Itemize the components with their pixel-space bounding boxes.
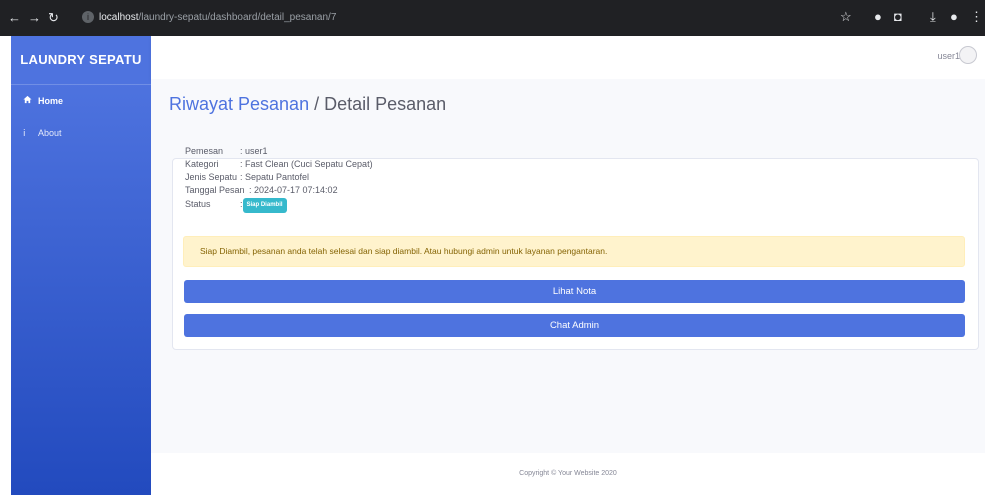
info-value: : Fast Clean (Cuci Sepatu Cepat)	[240, 159, 373, 169]
info-value: : 2024-07-17 07:14:02	[249, 185, 338, 195]
info-label: Jenis Sepatu	[185, 172, 238, 182]
profile-icon[interactable]: ●	[950, 9, 958, 24]
reload-icon[interactable]: ↻	[48, 10, 59, 26]
avatar[interactable]	[959, 46, 977, 64]
breadcrumb-link[interactable]: Riwayat Pesanan	[169, 94, 309, 114]
copyright-text: Copyright © Your Website 2020	[519, 470, 617, 477]
forward-arrow-icon[interactable]: →	[28, 10, 41, 25]
browser-toolbar: ← → ↻ i localhost/laundry-sepatu/dashboar…	[0, 0, 985, 36]
order-info: Pemesan : user1 Kategori : Fast Clean (C…	[185, 145, 373, 213]
info-row-tanggal-pesan: Tanggal Pesan : 2024-07-17 07:14:02	[185, 184, 373, 197]
info-row-kategori: Kategori : Fast Clean (Cuci Sepatu Cepat…	[185, 158, 373, 171]
home-icon	[23, 85, 35, 117]
address-bar[interactable]: i localhost/laundry-sepatu/dashboard/deta…	[82, 8, 336, 28]
menu-kebab-icon[interactable]: ⋮	[970, 9, 983, 25]
puzzle-extensions-icon[interactable]: ◘	[894, 9, 902, 24]
user-name[interactable]: user1	[937, 51, 960, 61]
lihat-nota-button[interactable]: Lihat Nota	[184, 280, 965, 303]
info-label: Kategori	[185, 159, 219, 169]
info-icon: ⅰ	[23, 128, 26, 138]
topbar: user1	[151, 36, 985, 79]
url-path: /laundry-sepatu/dashboard/detail_pesanan…	[138, 12, 337, 23]
sidebar-item-about[interactable]: ⅰ About	[11, 117, 151, 149]
sidebar-brand[interactable]: LAUNDRY SEPATU	[11, 36, 151, 85]
status-badge: Siap Diambil	[242, 198, 287, 213]
info-row-status: Status : Siap Diambil	[185, 198, 373, 213]
info-label: Pemesan	[185, 146, 224, 156]
extension-icon[interactable]: ●	[874, 9, 882, 24]
info-label: Tanggal Pesan	[185, 185, 245, 195]
info-value: : Sepatu Pantofel	[240, 172, 310, 182]
info-row-pemesan: Pemesan : user1	[185, 145, 373, 158]
status-alert: Siap Diambil, pesanan anda telah selesai…	[183, 236, 965, 267]
page-title: Riwayat Pesanan / Detail Pesanan	[169, 94, 446, 115]
info-value: : user1	[240, 146, 268, 156]
chat-admin-button[interactable]: Chat Admin	[184, 314, 965, 337]
footer: Copyright © Your Website 2020	[151, 453, 985, 495]
sidebar-item-label: Home	[38, 96, 64, 106]
sidebar-item-label: About	[38, 128, 62, 138]
site-info-icon[interactable]: i	[82, 11, 94, 24]
bookmark-star-icon[interactable]: ☆	[840, 9, 852, 25]
url-host: localhost	[99, 12, 139, 23]
download-icon[interactable]: ⤓	[930, 9, 936, 25]
sidebar: LAUNDRY SEPATU Home ⅰ About	[11, 36, 151, 495]
info-label: Status	[185, 199, 211, 209]
info-row-jenis-sepatu: Jenis Sepatu : Sepatu Pantofel	[185, 171, 373, 184]
back-arrow-icon[interactable]: ←	[8, 10, 21, 25]
breadcrumb-current: Detail Pesanan	[324, 94, 447, 114]
sidebar-item-home[interactable]: Home	[11, 85, 151, 117]
breadcrumb-separator: /	[309, 94, 325, 114]
